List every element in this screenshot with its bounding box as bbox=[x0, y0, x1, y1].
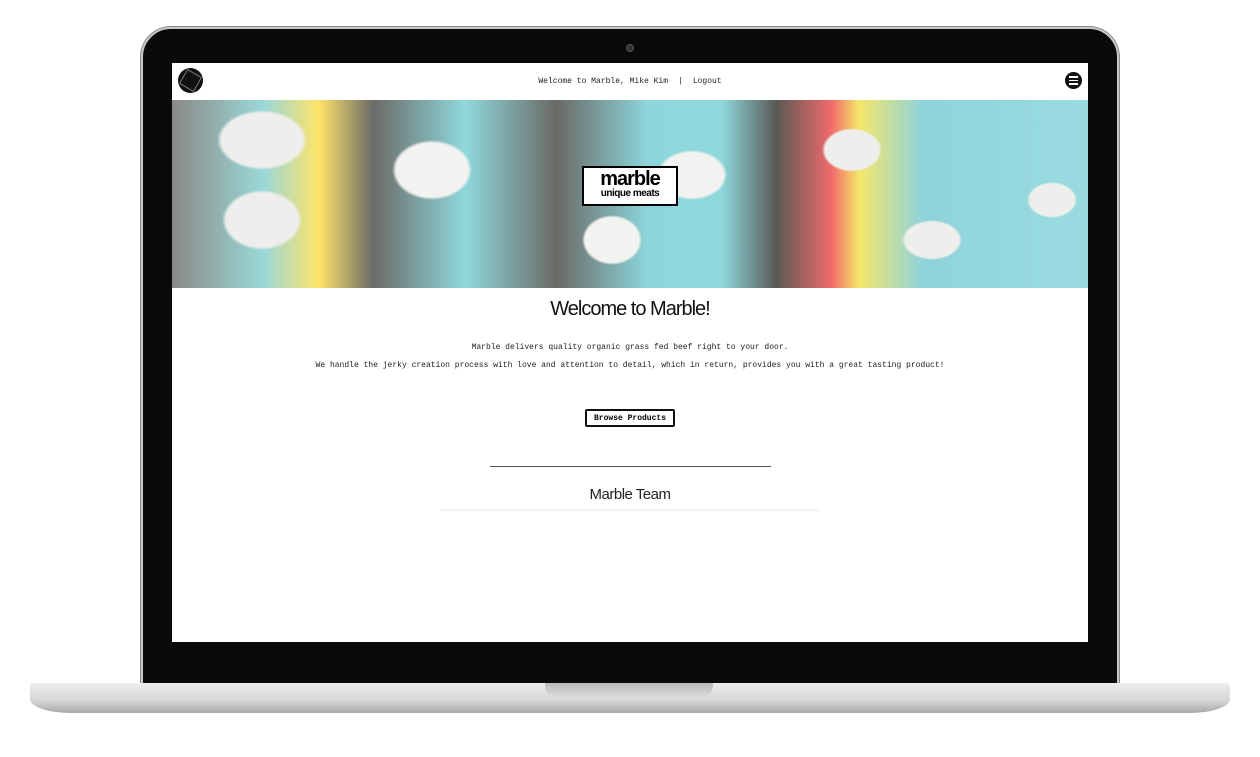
section-shadow bbox=[440, 509, 820, 513]
site-logo-icon[interactable] bbox=[178, 68, 203, 93]
browse-products-button[interactable]: Browse Products bbox=[585, 409, 675, 427]
logout-link[interactable]: Logout bbox=[693, 77, 722, 86]
team-heading: Marble Team bbox=[589, 486, 671, 503]
divider bbox=[489, 466, 771, 467]
brand-tagline: unique meats bbox=[600, 188, 660, 199]
hamburger-menu-icon[interactable] bbox=[1065, 72, 1082, 89]
intro-text-2: We handle the jerky creation process wit… bbox=[315, 361, 945, 370]
welcome-text: Welcome to Marble, Mike Kim bbox=[538, 77, 668, 86]
laptop-notch bbox=[545, 683, 713, 696]
browser-screen: Welcome to Marble, Mike Kim | Logout mar… bbox=[172, 63, 1088, 642]
brand-name: marble bbox=[600, 168, 661, 190]
hero-banner: marble unique meats bbox=[172, 100, 1088, 288]
nav-separator: | bbox=[678, 77, 683, 86]
intro-text-1: Marble delivers quality organic grass fe… bbox=[471, 343, 789, 352]
page-title: Welcome to Marble! bbox=[550, 298, 710, 320]
webcam bbox=[626, 44, 634, 52]
brand-logo: marble unique meats bbox=[582, 166, 678, 206]
top-nav: Welcome to Marble, Mike Kim | Logout bbox=[172, 63, 1088, 100]
